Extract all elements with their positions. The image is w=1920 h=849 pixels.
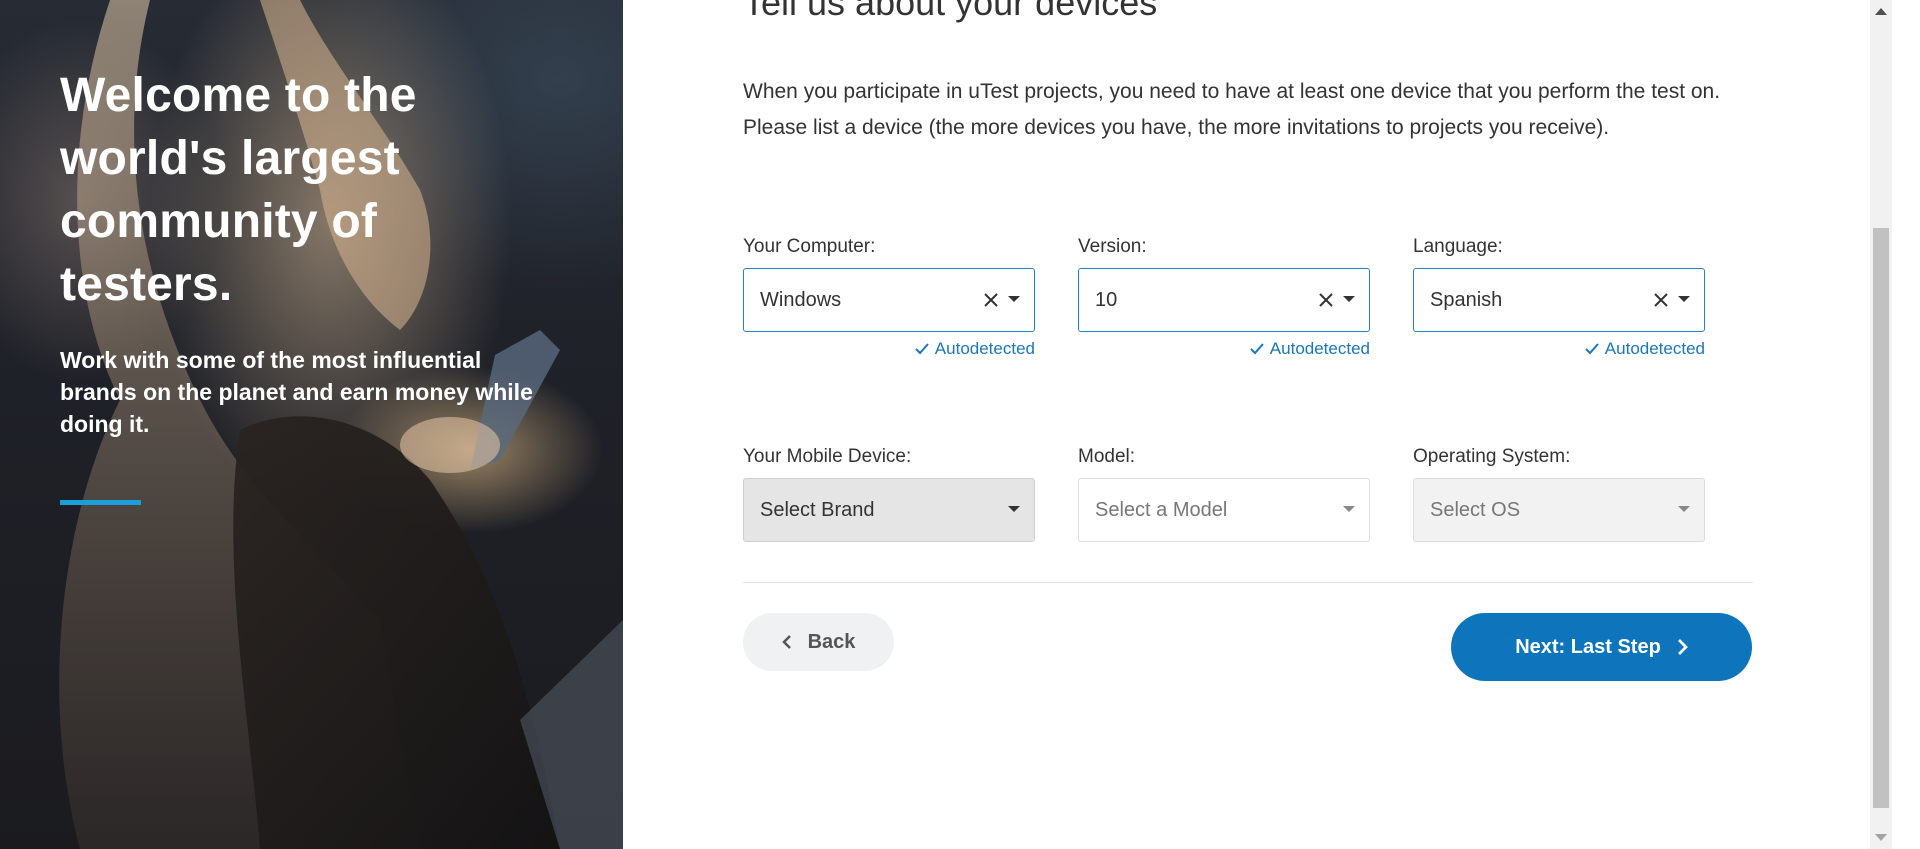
- caret-down-icon[interactable]: [1678, 296, 1690, 302]
- model-field: Model: Select a Model: [1078, 445, 1370, 542]
- caret-down-icon[interactable]: [1008, 506, 1020, 512]
- close-icon[interactable]: [982, 291, 1000, 309]
- language-label: Language:: [1413, 236, 1503, 257]
- autodetected-label: Autodetected: [1604, 339, 1705, 358]
- chevron-right-icon: [1677, 639, 1688, 655]
- computer-value: Windows: [760, 288, 842, 311]
- hero-panel: Welcome to the world's largest community…: [0, 0, 623, 849]
- back-label: Back: [807, 630, 856, 653]
- vertical-scrollbar[interactable]: [1870, 0, 1892, 849]
- model-placeholder: Select a Model: [1095, 498, 1228, 521]
- scroll-down-arrow-icon[interactable]: [1875, 834, 1887, 841]
- mobile-label: Your Mobile Device:: [743, 446, 912, 467]
- version-select[interactable]: 10: [1078, 268, 1370, 332]
- scroll-up-arrow-icon[interactable]: [1875, 8, 1887, 15]
- form-intro: When you participate in uTest projects, …: [743, 80, 1721, 139]
- close-icon[interactable]: [1317, 291, 1335, 309]
- os-field: Operating System: Select OS: [1413, 445, 1705, 542]
- chevron-left-icon: [781, 635, 791, 649]
- form-divider: [743, 582, 1753, 583]
- version-value: 10: [1095, 288, 1118, 311]
- hero-subtitle: Work with some of the most influential b…: [60, 347, 533, 437]
- device-form: Tell us about your devices When you part…: [623, 0, 1870, 849]
- back-button[interactable]: Back: [743, 613, 894, 671]
- mobile-field: Your Mobile Device: Select Brand: [743, 445, 1035, 542]
- caret-down-icon[interactable]: [1678, 506, 1690, 512]
- os-select[interactable]: Select OS: [1413, 478, 1705, 542]
- computer-field: Your Computer: Windows Autodetected: [743, 235, 1035, 358]
- next-label: Next: Last Step: [1515, 635, 1661, 658]
- model-label: Model:: [1078, 446, 1136, 467]
- autodetected-label: Autodetected: [934, 339, 1035, 358]
- os-placeholder: Select OS: [1430, 498, 1521, 521]
- next-button[interactable]: Next: Last Step: [1451, 613, 1752, 681]
- brand-select[interactable]: Select Brand: [743, 478, 1035, 542]
- computer-autodetected: Autodetected: [914, 339, 1035, 359]
- language-value: Spanish: [1430, 288, 1503, 311]
- computer-label: Your Computer:: [743, 236, 876, 257]
- model-select[interactable]: Select a Model: [1078, 478, 1370, 542]
- caret-down-icon[interactable]: [1343, 506, 1355, 512]
- language-field: Language: Spanish Autodetected: [1413, 235, 1705, 358]
- hero-accent-bar: [60, 500, 141, 505]
- autodetected-label: Autodetected: [1269, 339, 1370, 358]
- check-icon: [1585, 343, 1599, 355]
- caret-down-icon[interactable]: [1008, 296, 1020, 302]
- language-autodetected: Autodetected: [1584, 339, 1705, 359]
- version-field: Version: 10 Autodetected: [1078, 235, 1370, 358]
- language-select[interactable]: Spanish: [1413, 268, 1705, 332]
- hero-text: Welcome to the world's largest community…: [60, 64, 550, 440]
- page-edge: [1892, 0, 1920, 849]
- scrollbar-thumb[interactable]: [1873, 228, 1889, 808]
- close-icon[interactable]: [1652, 291, 1670, 309]
- version-autodetected: Autodetected: [1249, 339, 1370, 359]
- hero-title: Welcome to the world's largest community…: [60, 69, 417, 311]
- computer-select[interactable]: Windows: [743, 268, 1035, 332]
- caret-down-icon[interactable]: [1343, 296, 1355, 302]
- os-label: Operating System:: [1413, 446, 1571, 467]
- page-title: Tell us about your devices: [743, 0, 1158, 23]
- check-icon: [1250, 343, 1264, 355]
- check-icon: [915, 343, 929, 355]
- brand-placeholder: Select Brand: [760, 498, 875, 521]
- version-label: Version:: [1078, 236, 1147, 257]
